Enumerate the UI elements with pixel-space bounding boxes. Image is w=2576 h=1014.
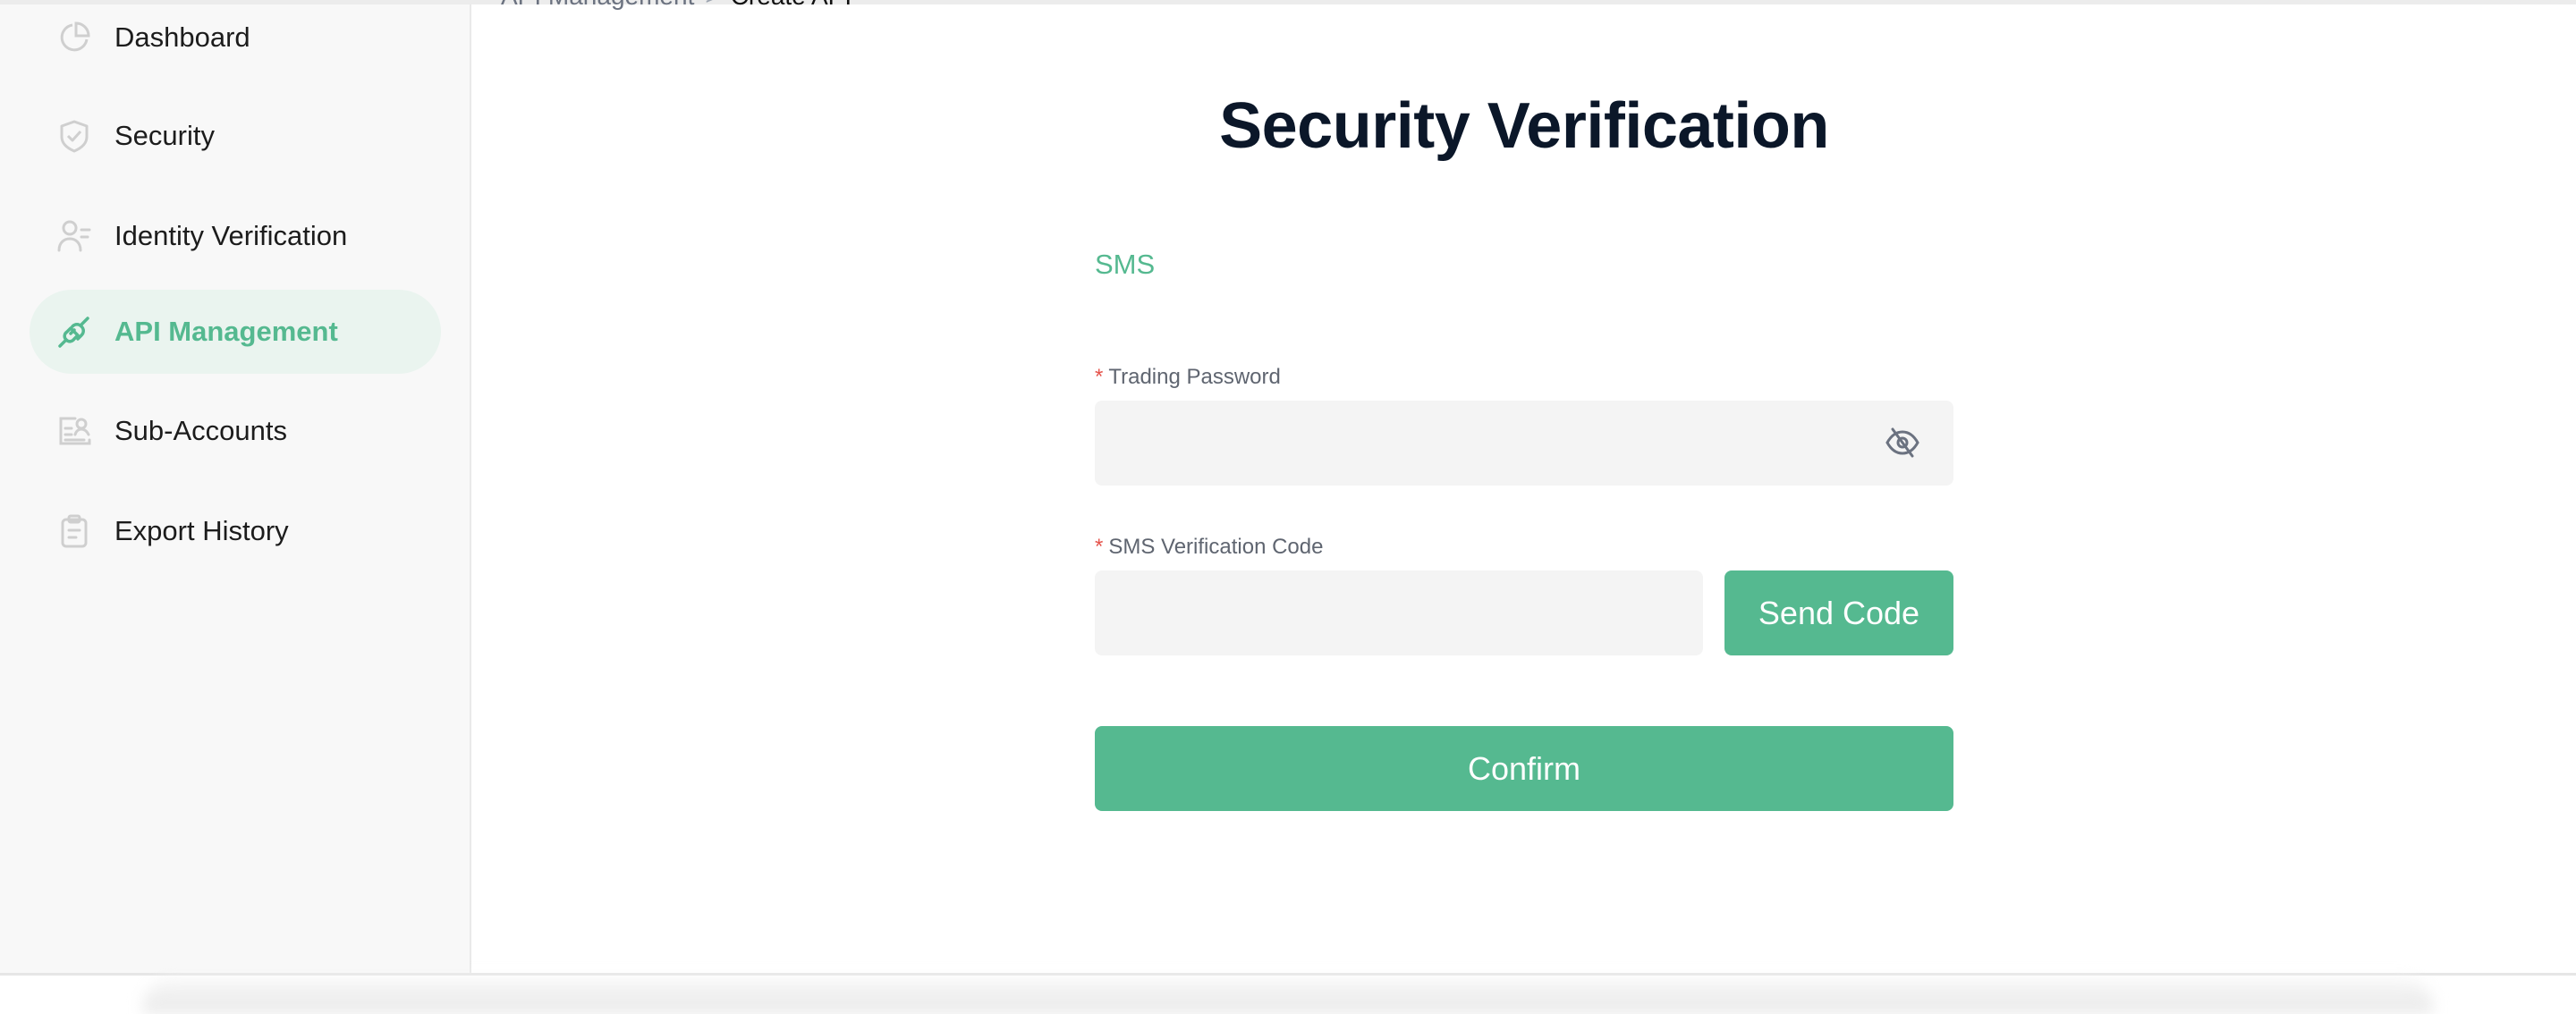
plug-icon [57, 315, 91, 349]
sms-code-label: * SMS Verification Code [1095, 535, 1323, 560]
breadcrumb-current: Create API [731, 0, 852, 10]
page-title: Security Verification [1219, 90, 1829, 162]
sidebar-item-label: Sub-Accounts [114, 415, 287, 446]
sidebar-item-identity-verification[interactable]: Identity Verification [30, 194, 441, 278]
sidebar-item-label: Dashboard [114, 21, 250, 53]
sidebar-item-label: Export History [114, 515, 289, 546]
required-mark: * [1095, 365, 1104, 389]
shield-check-icon [57, 119, 91, 153]
sidebar-item-export-history[interactable]: Export History [30, 489, 441, 573]
confirm-button[interactable]: Confirm [1095, 726, 1953, 811]
sidebar-item-label: Identity Verification [114, 220, 348, 251]
required-mark: * [1095, 535, 1104, 559]
breadcrumb: API Management > Create API [501, 0, 852, 11]
sidebar-item-api-management[interactable]: API Management [30, 290, 441, 374]
trading-password-label: * Trading Password [1095, 365, 1281, 390]
user-list-icon [57, 219, 91, 253]
sidebar-item-sub-accounts[interactable]: Sub-Accounts [30, 389, 441, 473]
sidebar-item-dashboard[interactable]: Dashboard [30, 0, 441, 80]
send-code-button[interactable]: Send Code [1724, 570, 1953, 655]
trading-password-label-text: Trading Password [1108, 365, 1281, 389]
bottom-shadow [143, 979, 2433, 1014]
trading-password-input[interactable] [1095, 401, 1953, 486]
eye-off-icon[interactable] [1885, 427, 1920, 459]
sms-code-input[interactable] [1095, 570, 1703, 655]
sidebar-item-label: Security [114, 120, 215, 151]
sms-code-label-text: SMS Verification Code [1108, 535, 1324, 559]
id-card-icon [57, 414, 91, 448]
sidebar-item-security[interactable]: Security [30, 94, 441, 178]
breadcrumb-separator: > [705, 0, 719, 10]
sidebar-item-label: API Management [114, 316, 338, 347]
breadcrumb-parent-link[interactable]: API Management [501, 0, 694, 10]
pie-chart-icon [57, 21, 91, 55]
clipboard-icon [57, 514, 91, 548]
tab-sms[interactable]: SMS [1095, 249, 1155, 281]
sidebar: Dashboard Security Identity Verification [0, 4, 471, 973]
